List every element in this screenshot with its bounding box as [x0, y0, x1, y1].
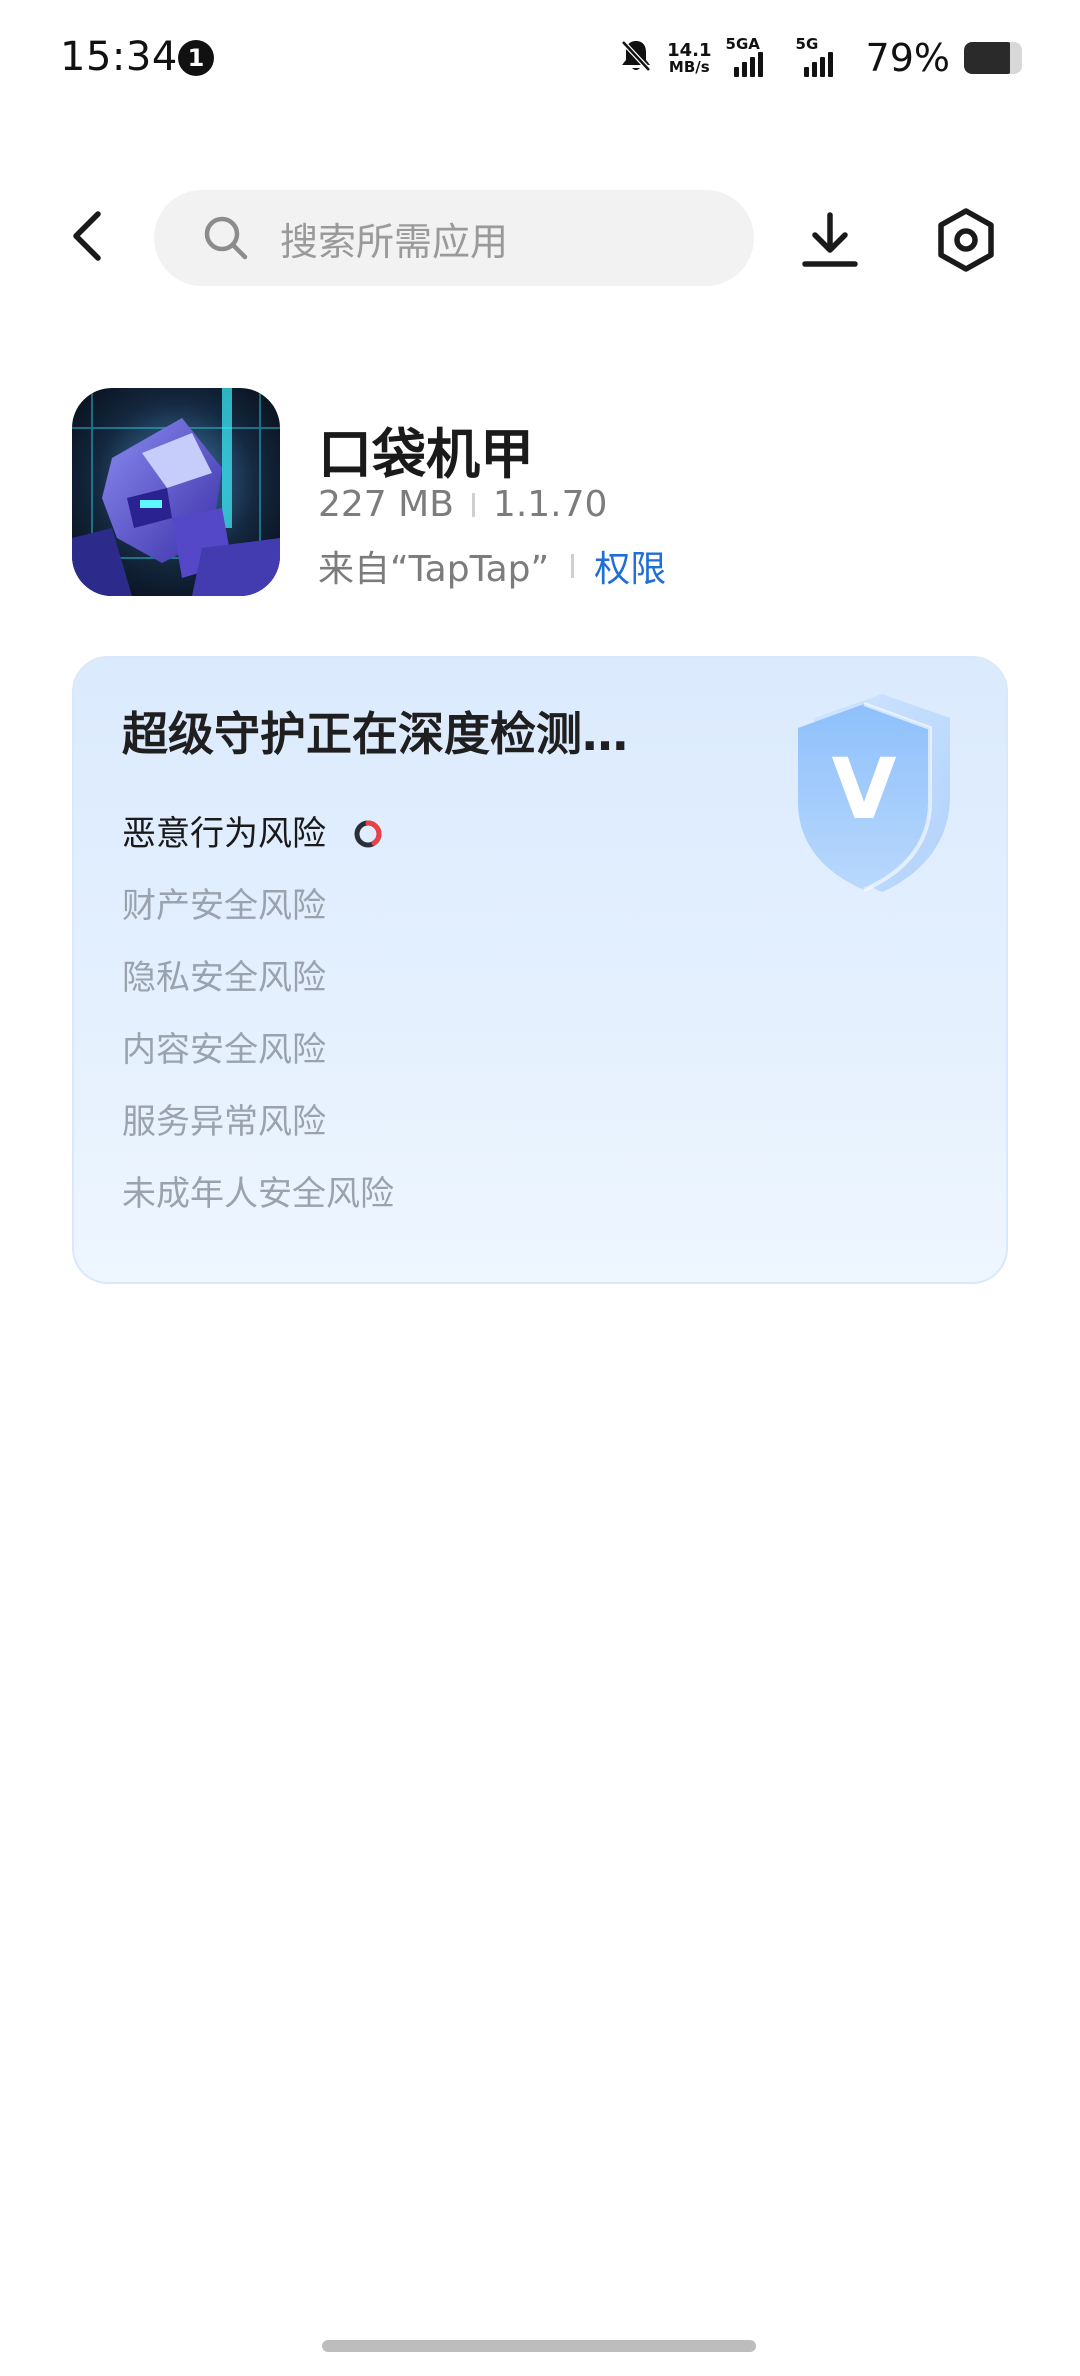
back-arrow-icon: [73, 211, 101, 261]
risk-item-label: 恶意行为风险: [122, 814, 326, 854]
back-button[interactable]: [56, 200, 120, 272]
signal-icon-sim1: 5GA: [726, 35, 782, 77]
app-name: 口袋机甲: [318, 423, 534, 486]
scan-title: 超级守护正在深度检测…: [122, 707, 628, 761]
search-icon: [204, 216, 248, 260]
risk-item: 内容安全风险: [122, 1014, 394, 1086]
divider: [571, 554, 575, 578]
sim1-network-label: 5GA: [725, 35, 760, 53]
permissions-link[interactable]: 权限: [594, 540, 666, 592]
risk-item: 财产安全风险: [122, 870, 394, 942]
home-indicator[interactable]: [322, 2340, 756, 2352]
sim2-network-label: 5G: [795, 35, 819, 53]
svg-text:V: V: [831, 740, 896, 838]
app-icon: [72, 388, 280, 596]
risk-item: 服务异常风险: [122, 1086, 394, 1158]
divider: [471, 492, 475, 517]
spinner-icon: [354, 820, 382, 848]
risk-item: 未成年人安全风险: [122, 1158, 394, 1230]
status-time: 15:34: [60, 34, 178, 80]
search-placeholder: 搜索所需应用: [280, 219, 509, 264]
network-speed-value: 14.1: [667, 39, 712, 61]
notification-count-badge: 1: [178, 40, 214, 76]
app-version: 1.1.70: [492, 484, 608, 525]
security-scan-card: 超级守护正在深度检测… V 恶意行为风险 财产安全风险 隐私安全风险 内容安全风…: [72, 656, 1008, 1284]
battery-percent: 79%: [865, 36, 950, 80]
battery-icon: [964, 42, 1022, 74]
risk-item-label: 未成年人安全风险: [122, 1174, 394, 1214]
signal-icon-sim2: 5G: [796, 35, 852, 77]
app-size: 227 MB: [318, 484, 454, 525]
download-manager-button[interactable]: [790, 200, 870, 280]
app-source: 来自“TapTap”: [318, 549, 550, 590]
settings-hex-icon: [938, 208, 994, 272]
risk-item-label: 财产安全风险: [122, 886, 326, 926]
network-speed: 14.1 MB/s: [667, 39, 712, 76]
network-speed-unit: MB/s: [668, 57, 710, 76]
risk-item: 隐私安全风险: [122, 942, 394, 1014]
risk-item-label: 服务异常风险: [122, 1102, 326, 1142]
risk-item: 恶意行为风险: [122, 798, 394, 870]
search-bar[interactable]: 搜索所需应用: [154, 190, 754, 286]
status-indicators: 14.1 MB/s 5GA 5G 79%: [619, 34, 1022, 82]
status-bar: 15:34 1 14.1 MB/s 5GA 5G 79%: [0, 0, 1080, 120]
risk-item-label: 隐私安全风险: [122, 958, 326, 998]
settings-button[interactable]: [926, 200, 1006, 280]
shield-icon: V: [798, 694, 950, 892]
download-icon: [802, 212, 858, 267]
bell-off-icon: [619, 38, 653, 78]
risk-list: 恶意行为风险 财产安全风险 隐私安全风险 内容安全风险 服务异常风险 未成年人安…: [122, 798, 394, 1230]
risk-item-label: 内容安全风险: [122, 1030, 326, 1070]
app-source-row: 来自“TapTap” 权限: [318, 540, 666, 592]
app-size-version: 227 MB 1.1.70: [318, 484, 607, 525]
